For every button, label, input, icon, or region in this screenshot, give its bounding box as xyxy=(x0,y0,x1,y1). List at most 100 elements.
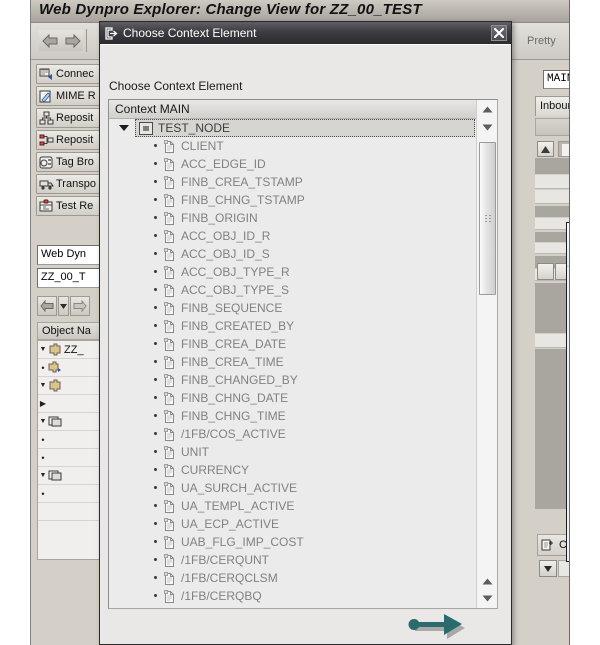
pretty-printer-label[interactable]: Pretty xyxy=(527,35,556,47)
tree-row-window-child[interactable]: • xyxy=(38,485,106,503)
context-attribute-row[interactable]: FINB_CREATED_BY xyxy=(109,317,476,335)
expand-caret-icon[interactable]: ▼ xyxy=(38,418,48,425)
dialog-close-button[interactable] xyxy=(491,25,507,41)
context-attribute-row[interactable]: UAB_FLG_IMP_COST xyxy=(109,533,476,551)
tree-row-view-child-2[interactable]: • xyxy=(38,449,106,467)
tree-row-view-child-1[interactable]: • xyxy=(38,431,106,449)
context-attribute-label: /1FB/COS_ACTIVE xyxy=(181,427,286,441)
context-dropdown-field[interactable] xyxy=(558,560,570,577)
context-attribute-row[interactable]: FINB_CHANGED_BY xyxy=(109,371,476,389)
context-attribute-label: FINB_ORIGIN xyxy=(181,211,258,225)
dialog-title-bar: Choose Context Element xyxy=(100,22,511,44)
grid-row[interactable] xyxy=(535,243,570,254)
context-attribute-row[interactable]: ACC_OBJ_TYPE_R xyxy=(109,263,476,281)
context-attribute-row[interactable]: FINB_CREA_TIME xyxy=(109,353,476,371)
context-attribute-row[interactable]: CLIENT xyxy=(109,137,476,155)
object-tree[interactable]: ▼ ZZ_ • ▼ xyxy=(37,340,107,560)
context-attribute-row[interactable]: FINB_CREA_TSTAMP xyxy=(109,173,476,191)
sidebar-item-mime-repository[interactable]: MIME R xyxy=(36,86,106,106)
context-attribute-row[interactable]: /1FB/CERQUNT xyxy=(109,551,476,569)
scroll-up-button[interactable] xyxy=(479,102,496,117)
expand-caret-icon[interactable] xyxy=(119,125,129,131)
sidebar-item-repository-browser[interactable]: Reposit xyxy=(36,108,106,128)
sidebar-item-repository-info[interactable]: Reposit xyxy=(36,130,106,150)
context-attribute-list[interactable]: CLIENTACC_EDGE_IDFINB_CREA_TSTAMPFINB_CH… xyxy=(109,137,476,605)
attribute-icon xyxy=(162,175,176,189)
tab-inbound[interactable]: Inbound xyxy=(535,96,570,116)
context-attribute-row[interactable]: /1FB/CERQBQ xyxy=(109,587,476,605)
grid-row[interactable] xyxy=(535,283,570,333)
back-button[interactable] xyxy=(39,30,61,51)
grid-button-left[interactable] xyxy=(537,263,554,280)
object-back-button[interactable] xyxy=(37,296,57,316)
scrollbar-thumb[interactable] xyxy=(479,142,496,295)
scroll-down-button[interactable] xyxy=(479,120,496,135)
object-type-field[interactable]: Web Dyn xyxy=(37,245,107,265)
scroll-down-icon xyxy=(482,124,493,131)
tree-node-test-node[interactable]: TEST_NODE xyxy=(135,119,475,137)
grid-row[interactable] xyxy=(535,206,570,217)
tree-row-collapsed[interactable]: ▶ xyxy=(38,395,106,413)
forward-button[interactable] xyxy=(61,30,83,51)
context-attribute-row[interactable]: UNIT xyxy=(109,443,476,461)
back-arrow-icon xyxy=(40,300,54,312)
grid-row-selected[interactable] xyxy=(535,158,570,174)
sidebar-item-transport-organizer[interactable]: Transpo xyxy=(36,174,106,194)
context-attribute-row[interactable]: UA_SURCH_ACTIVE xyxy=(109,479,476,497)
attribute-icon xyxy=(162,337,176,351)
list-scroll-region[interactable]: TEST_NODE CLIENTACC_EDGE_IDFINB_CREA_TST… xyxy=(109,119,476,608)
scroll-page-down-button[interactable] xyxy=(479,591,496,606)
context-element-list[interactable]: Context MAIN TEST_NODE CLIENTACC_EDGE_ID… xyxy=(108,99,498,609)
collapse-caret-icon[interactable]: ▶ xyxy=(38,399,48,408)
context-attribute-row[interactable]: FINB_ORIGIN xyxy=(109,209,476,227)
context-attribute-row[interactable]: FINB_SEQUENCE xyxy=(109,299,476,317)
context-attribute-row[interactable]: ACC_OBJ_TYPE_S xyxy=(109,281,476,299)
tree-row-view[interactable]: ▼ xyxy=(38,413,106,431)
attribute-icon xyxy=(162,445,176,459)
grid-body[interactable] xyxy=(535,349,570,509)
context-attribute-row[interactable]: ACC_OBJ_ID_R xyxy=(109,227,476,245)
scroll-page-up-button[interactable] xyxy=(479,574,496,589)
sidebar-item-test-repository[interactable]: Test Re xyxy=(36,196,106,216)
grid-row[interactable] xyxy=(535,334,570,348)
context-attribute-row[interactable]: ACC_EDGE_ID xyxy=(109,155,476,173)
context-attribute-row[interactable]: /1FB/CERQCLSM xyxy=(109,569,476,587)
object-forward-button[interactable] xyxy=(70,296,90,316)
tree-row-component[interactable]: ▼ ZZ_ xyxy=(38,341,106,359)
context-attribute-row[interactable]: FINB_CHNG_TIME xyxy=(109,407,476,425)
main-view-field[interactable]: MAIN xyxy=(543,70,570,89)
expand-caret-icon[interactable]: ▼ xyxy=(38,472,48,479)
context-dropdown-button[interactable] xyxy=(539,560,557,577)
context-attribute-row[interactable]: UA_TEMPL_ACTIVE xyxy=(109,497,476,515)
tree-row-interface[interactable]: • xyxy=(38,359,106,377)
tree-row-window[interactable]: ▼ xyxy=(38,467,106,485)
right-toolbar-strip xyxy=(535,118,570,136)
context-attribute-row[interactable]: /1FB/COS_ACTIVE xyxy=(109,425,476,443)
list-vertical-scrollbar[interactable] xyxy=(476,100,497,608)
context-attribute-row[interactable]: FINB_CHNG_DATE xyxy=(109,389,476,407)
sidebar-item-tag-browser[interactable]: Tag Bro xyxy=(36,152,106,172)
grid-row[interactable] xyxy=(535,190,570,204)
sidebar-item-connection[interactable]: Connec xyxy=(36,64,106,84)
grid-row[interactable] xyxy=(535,175,570,189)
leaf-bullet-icon xyxy=(154,162,157,165)
expand-caret-icon[interactable]: ▼ xyxy=(38,382,48,389)
context-attribute-row[interactable]: UA_ECP_ACTIVE xyxy=(109,515,476,533)
attribute-icon xyxy=(162,283,176,297)
sidebar-label-mime-repository: MIME R xyxy=(56,90,96,102)
leaf-bullet-icon: • xyxy=(38,363,48,373)
context-attribute-row[interactable]: FINB_CREA_DATE xyxy=(109,335,476,353)
context-attribute-row[interactable]: FINB_CHNG_TSTAMP xyxy=(109,191,476,209)
grid-row[interactable] xyxy=(535,218,570,230)
attribute-icon xyxy=(162,319,176,333)
context-attribute-row[interactable]: ACC_OBJ_ID_S xyxy=(109,245,476,263)
tree-row-component-2[interactable]: ▼ xyxy=(38,377,106,395)
object-name-field[interactable]: ZZ_00_T xyxy=(37,268,107,288)
grid-row[interactable] xyxy=(535,232,570,242)
object-history-dropdown[interactable] xyxy=(58,296,69,316)
scroll-top-button[interactable] xyxy=(537,141,554,157)
expand-caret-icon[interactable]: ▼ xyxy=(38,346,48,353)
leaf-bullet-icon xyxy=(154,594,157,597)
context-attribute-row[interactable]: CURRENCY xyxy=(109,461,476,479)
attribute-icon xyxy=(162,409,176,423)
